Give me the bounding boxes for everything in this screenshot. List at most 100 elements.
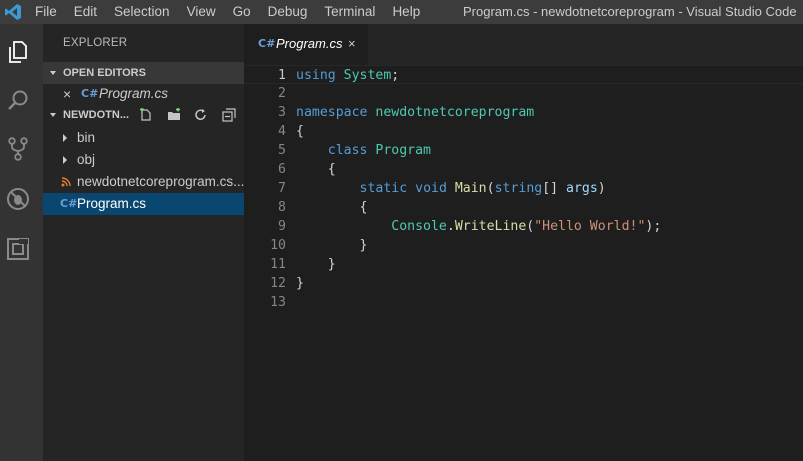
line-number: 13 bbox=[270, 295, 286, 310]
csharp-file-icon: C# bbox=[60, 197, 78, 210]
new-folder-icon[interactable] bbox=[167, 108, 181, 122]
chevron-right-icon bbox=[63, 156, 67, 164]
code-token: } bbox=[296, 257, 336, 272]
code-line[interactable]: 2 bbox=[244, 84, 803, 103]
menu-file[interactable]: File bbox=[26, 0, 65, 24]
code-line[interactable]: 9 Console.WriteLine("Hello World!"); bbox=[244, 217, 803, 236]
code-token: . bbox=[446, 219, 455, 234]
code-token: Main bbox=[454, 181, 487, 196]
code-editor[interactable]: 1 using System; 2 3 namespace newdotnetcorep… bbox=[244, 65, 803, 461]
code-token: [] bbox=[542, 181, 567, 196]
debug-icon[interactable] bbox=[5, 186, 31, 212]
menu-terminal[interactable]: Terminal bbox=[315, 0, 383, 24]
close-icon[interactable]: × bbox=[348, 36, 356, 51]
code-token: ); bbox=[645, 219, 662, 234]
tab-bar: C# Program.cs × bbox=[244, 24, 803, 65]
refresh-icon[interactable] bbox=[194, 108, 208, 122]
menu-bar: File Edit Selection View Go Debug Termin… bbox=[26, 0, 428, 24]
code-text: { bbox=[296, 122, 304, 141]
close-icon[interactable]: × bbox=[63, 83, 71, 105]
code-text: using System; bbox=[296, 66, 399, 85]
code-token: newdotnetcoreprogram bbox=[375, 105, 535, 120]
code-token: using bbox=[296, 68, 336, 83]
code-line[interactable]: 12} bbox=[244, 274, 803, 293]
line-number: 5 bbox=[278, 143, 286, 158]
code-token: { bbox=[296, 162, 336, 177]
code-token: WriteLine bbox=[454, 219, 527, 234]
code-line[interactable]: 10 } bbox=[244, 236, 803, 255]
code-token: } bbox=[296, 276, 304, 291]
code-token: Console bbox=[391, 219, 447, 234]
code-text: Console.WriteLine("Hello World!"); bbox=[296, 217, 661, 236]
files-icon[interactable] bbox=[5, 39, 31, 65]
code-line[interactable]: 4{ bbox=[244, 122, 803, 141]
code-line[interactable]: 3 namespace newdotnetcoreprogram bbox=[244, 103, 803, 122]
code-token: { bbox=[296, 124, 304, 139]
menu-edit[interactable]: Edit bbox=[65, 0, 105, 24]
tree-item-label: obj bbox=[77, 152, 96, 167]
code-line[interactable]: 6 { bbox=[244, 160, 803, 179]
explorer-sidebar: EXPLORER OPEN EDITORS × C# Program.cs NE… bbox=[43, 24, 244, 461]
code-text: namespace newdotnetcoreprogram bbox=[296, 103, 534, 122]
folder-label: NEWDOTN... bbox=[63, 109, 129, 121]
activity-bar bbox=[0, 24, 43, 461]
code-line[interactable]: 5 class Program bbox=[244, 141, 803, 160]
code-line[interactable]: 7 static void Main(string[] args) bbox=[244, 179, 803, 198]
tree-item-label: bin bbox=[77, 130, 96, 145]
rss-file-icon bbox=[61, 177, 71, 187]
tree-item-label: Program.cs bbox=[77, 196, 147, 211]
search-icon[interactable] bbox=[5, 88, 31, 114]
code-token: ) bbox=[597, 181, 606, 196]
tab-label: Program.cs bbox=[276, 36, 343, 51]
code-token: System bbox=[343, 68, 392, 83]
menu-help[interactable]: Help bbox=[383, 0, 428, 24]
code-line[interactable]: 1 using System; bbox=[244, 65, 803, 84]
extensions-icon[interactable] bbox=[5, 236, 31, 262]
tree-item-folder[interactable]: bin bbox=[43, 127, 244, 149]
title-bar: File Edit Selection View Go Debug Termin… bbox=[0, 0, 803, 24]
code-text: class Program bbox=[296, 141, 431, 160]
line-number: 8 bbox=[278, 200, 286, 215]
code-text: } bbox=[296, 274, 304, 293]
code-token: Program bbox=[375, 143, 431, 158]
tree-item-folder[interactable]: obj bbox=[43, 149, 244, 171]
code-text: static void Main(string[] args) bbox=[296, 179, 606, 198]
folder-header[interactable]: NEWDOTN... bbox=[43, 104, 244, 126]
menu-selection[interactable]: Selection bbox=[105, 0, 178, 24]
chevron-down-icon bbox=[50, 113, 56, 117]
tab-program-cs[interactable]: C# Program.cs × bbox=[244, 24, 368, 65]
chevron-right-icon bbox=[63, 134, 67, 142]
chevron-down-icon bbox=[50, 71, 56, 75]
open-editors-label: OPEN EDITORS bbox=[63, 67, 146, 79]
code-token: ; bbox=[391, 68, 400, 83]
open-editors-header[interactable]: OPEN EDITORS bbox=[43, 62, 244, 84]
code-token: string bbox=[494, 181, 543, 196]
source-control-icon[interactable] bbox=[5, 136, 31, 162]
code-line[interactable]: 13 bbox=[244, 293, 803, 312]
csharp-file-icon: C# bbox=[258, 37, 276, 50]
line-number: 11 bbox=[270, 257, 286, 272]
open-editor-item[interactable]: × C# Program.cs bbox=[43, 83, 244, 105]
explorer-title: EXPLORER bbox=[63, 37, 128, 49]
menu-view[interactable]: View bbox=[178, 0, 224, 24]
line-number: 12 bbox=[270, 276, 286, 291]
tree-item-file-selected[interactable]: C# Program.cs bbox=[43, 193, 244, 215]
menu-debug[interactable]: Debug bbox=[259, 0, 316, 24]
new-file-icon[interactable] bbox=[139, 108, 153, 122]
open-editor-label: Program.cs bbox=[99, 86, 169, 101]
code-token: "Hello World!" bbox=[534, 219, 646, 234]
code-token: namespace bbox=[296, 105, 368, 120]
code-line[interactable]: 8 { bbox=[244, 198, 803, 217]
collapse-all-icon[interactable] bbox=[222, 108, 236, 122]
menu-go[interactable]: Go bbox=[224, 0, 259, 24]
code-line[interactable]: 11 } bbox=[244, 255, 803, 274]
line-number: 6 bbox=[278, 162, 286, 177]
line-number: 9 bbox=[278, 219, 286, 234]
tree-item-file[interactable]: newdotnetcoreprogram.cs... bbox=[43, 171, 244, 193]
csharp-file-icon: C# bbox=[81, 87, 99, 100]
